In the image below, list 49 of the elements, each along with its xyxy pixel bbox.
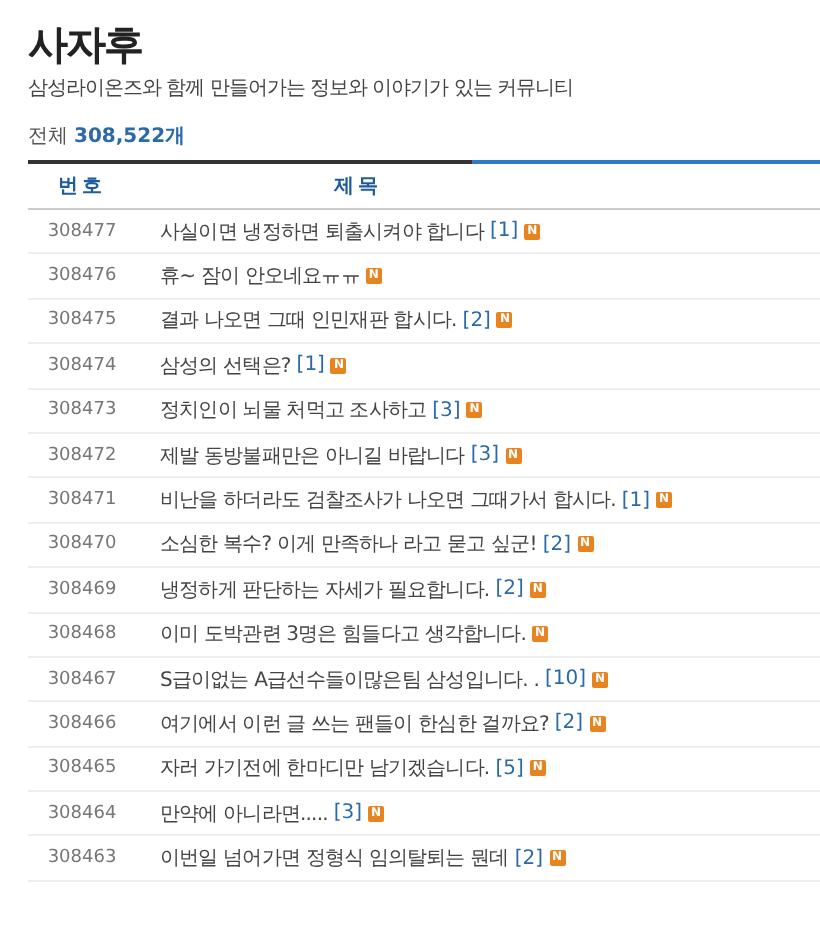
comment-count: [3] [432,399,461,422]
post-title[interactable]: 여기에서 이런 글 쓰는 팬들이 한심한 걸까요? [160,709,549,738]
post-number: 308464 [45,803,119,824]
post-number: 308470 [45,534,119,555]
post-title[interactable]: 이미 도박관련 3명은 힘들다고 생각합니다. [160,620,527,649]
column-header: 제목 [332,174,384,200]
post-number: 308465 [45,758,119,779]
post-number: 308476 [45,266,119,287]
post-number: 308463 [45,848,119,869]
total-count: 308,522개 [74,124,186,150]
post-title[interactable]: S급이없는 A급선수들이많은팀 삼성입니다. . [160,665,539,694]
post-title[interactable]: 자러 가기전에 한마디만 남기겠습니다. [160,754,490,783]
post-number: 308468 [45,624,119,645]
comment-count: [2] [554,712,584,735]
post-number: 308469 [45,579,119,600]
post-number: 308473 [45,400,119,421]
post-title[interactable]: 삼성의 선택은? [160,351,291,380]
post-title[interactable]: 사실이면 냉정하면 퇴출시켜야 합니다 [160,217,484,246]
post-title[interactable]: 만약에 아니라면..... [160,799,328,828]
comment-count: [1] [621,489,651,512]
column-header: 번호 [56,174,108,200]
post-number: 308474 [45,355,119,376]
post-title[interactable]: 정치인이 뇌물 처먹고 조사하고 [160,396,427,425]
comment-count: [3] [333,802,363,825]
comment-count: [2] [462,309,491,332]
post-title[interactable]: 소심한 복수? 이게 만족하나 라고 묻고 싶군! [160,530,537,559]
post-number: 308471 [45,490,119,511]
comment-count: [2] [514,847,543,870]
comment-count: [2] [495,578,524,601]
post-title[interactable]: 결과 나오면 그때 인민재판 합시다. [160,306,457,335]
post-title[interactable]: 이번일 넘어가면 정형식 임의탈퇴는 뭔데 [160,844,509,873]
total-label: 전체 [28,124,68,150]
post-number: 308466 [45,713,119,734]
comment-count: [1] [489,220,519,243]
post-number: 308467 [45,669,119,690]
post-number: 308472 [45,445,119,466]
comment-count: [1] [296,354,325,377]
comment-count: [3] [470,444,500,467]
post-title[interactable]: 냉정하게 판단하는 자세가 필요합니다. [160,575,490,604]
board-title: 사자후 [28,18,144,70]
comment-count: [5] [495,757,524,780]
comment-count: [2] [542,533,572,556]
board-description: 삼성라이온즈와 함께 만들어가는 정보와 이야기가 있는 커뮤니티 [28,76,576,102]
post-number: 308477 [45,221,119,242]
comment-count: [10] [544,668,587,691]
post-title[interactable]: 제발 동방불패만은 아니길 바랍니다 [160,441,465,470]
post-title[interactable]: 비난을 하더라도 검찰조사가 나오면 그때가서 합시다. [160,486,616,515]
post-number: 308475 [45,310,119,331]
post-title[interactable]: 휴~ 잠이 안오네요ㅠㅠ [160,262,360,291]
